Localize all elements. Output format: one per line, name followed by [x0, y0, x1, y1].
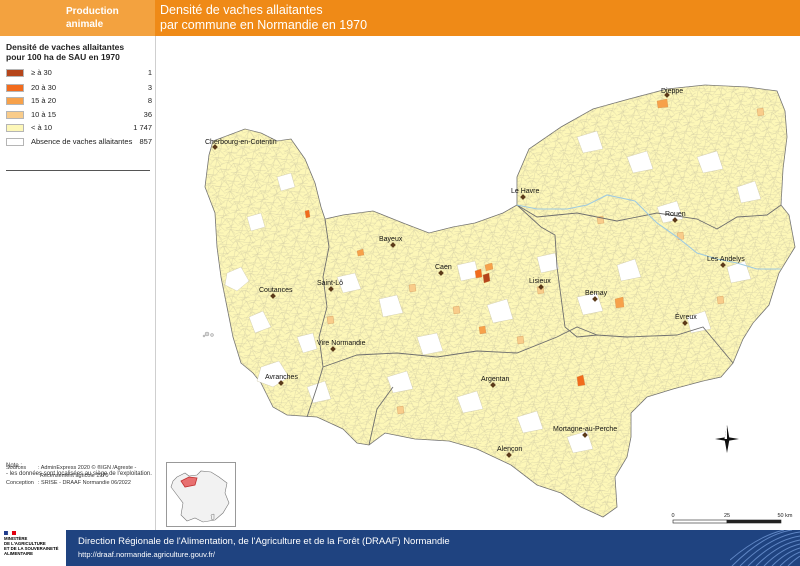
city-label: Rouen: [665, 211, 686, 218]
city-label: Bernay: [585, 290, 608, 297]
city-label: Dieppe: [661, 88, 683, 95]
legend-label: ≥ à 30: [31, 68, 52, 77]
ministry-logo: MINISTÈRE DE L'AGRICULTURE ET DE LA SOUV…: [0, 530, 66, 566]
scale-label-0: 0: [671, 513, 674, 519]
sources-label: Sources: [6, 465, 27, 471]
map-title-line-1: Densité de vaches allaitantes: [160, 3, 323, 17]
legend-count: 857: [139, 137, 152, 146]
city-label: Alençon: [497, 446, 522, 453]
legend-label: Absence de vaches allaitantes: [31, 137, 133, 146]
city-label: Argentan: [481, 376, 510, 383]
legend-label: 10 à 15: [31, 110, 57, 119]
legend-title-line-1: Densité de vaches allaitantes: [6, 42, 125, 52]
city-label: Coutances: [259, 287, 293, 294]
north-arrow-icon: [715, 425, 739, 453]
category-line-1: Production: [66, 6, 119, 17]
city-label: Vire Normandie: [317, 340, 366, 347]
city-label: Lisieux: [529, 278, 551, 285]
legend-label: < à 10: [31, 123, 53, 132]
organisation-url[interactable]: http://draaf.normandie.agriculture.gouv.…: [78, 550, 215, 559]
city-label: Mortagne-au-Perche: [553, 426, 617, 433]
legend-divider: [6, 170, 150, 171]
marianne-icon: [4, 531, 16, 535]
sources-line-2: Recensement agricole 1970: [40, 472, 109, 479]
normandy-map: Dieppe Cherbourg-en-Cotentin Le Havre Rouen…: [202, 84, 796, 524]
city-label: Avranches: [265, 374, 298, 381]
legend-count: 1: [147, 68, 152, 77]
legend-row: 10 à 15 36: [6, 109, 152, 121]
legend-row: Absence de vaches allaitantes 857: [6, 136, 152, 148]
legend-count: 36: [143, 110, 152, 119]
legend-count: 3: [147, 83, 152, 92]
legend-row: ≥ à 30 1: [6, 67, 152, 79]
legend-swatch: [6, 111, 24, 119]
conception-text: : SRISE - DRAAF Normandie 06/2022: [38, 480, 131, 486]
city-label: Le Havre: [511, 188, 540, 195]
map-title: Densité de vaches allaitantes par commun…: [160, 3, 367, 33]
ministry-name: MINISTÈRE DE L'AGRICULTURE ET DE LA SOUV…: [4, 536, 64, 556]
organisation-name: Direction Régionale de l'Alimentation, d…: [78, 536, 450, 547]
category-box: Production animale: [0, 0, 155, 36]
header-bar: Production animale Densité de vaches all…: [0, 0, 800, 36]
legend-label: 20 à 30: [31, 83, 57, 92]
ministry-line-4: ALIMENTAIRE: [4, 551, 34, 556]
category-line-2: animale: [66, 19, 104, 30]
map-title-line-2: par commune en Normandie en 1970: [160, 18, 368, 32]
legend-swatch: [6, 97, 24, 105]
scale-label-50: 50 km: [778, 513, 793, 519]
legend-title-line-2: pour 100 ha de SAU en 1970: [6, 52, 120, 62]
sources: Sources : AdminExpress 2020 © ®IGN /Agres…: [6, 465, 156, 488]
legend-row: 20 à 30 3: [6, 82, 152, 94]
legend-swatch: [6, 124, 24, 132]
city-label: Évreux: [675, 312, 697, 321]
legend-panel: Densité de vaches allaitantes pour 100 h…: [0, 36, 156, 530]
city-label: Bayeux: [379, 236, 403, 243]
city-label: Saint-Lô: [317, 280, 343, 287]
scale-label-25: 25: [724, 513, 730, 519]
city-label: Les Andelys: [707, 256, 745, 263]
map-area: Dieppe Cherbourg-en-Cotentin Le Havre Rouen…: [157, 37, 800, 530]
legend-title: Densité de vaches allaitantes pour 100 h…: [6, 42, 151, 62]
legend-count: 1 747: [133, 123, 152, 132]
wave-pattern-icon: [730, 530, 800, 566]
legend-count: 8: [147, 96, 152, 105]
sources-line-1: : AdminExpress 2020 © ®IGN /Agreste -: [38, 465, 137, 471]
city-label: Caen: [435, 264, 452, 271]
legend-row: 15 à 20 8: [6, 95, 152, 107]
chausey-islands: [202, 331, 214, 338]
scale-bar: 0 25 50 km: [671, 513, 793, 524]
category-label: Production animale: [66, 5, 152, 31]
legend-swatch: [6, 138, 24, 146]
conception-label: Conception: [6, 480, 34, 486]
legend-swatch: [6, 69, 24, 77]
legend-swatch: [6, 84, 24, 92]
city-label: Cherbourg-en-Cotentin: [205, 139, 277, 146]
footer: MINISTÈRE DE L'AGRICULTURE ET DE LA SOUV…: [0, 530, 800, 566]
legend-label: 15 à 20: [31, 96, 57, 105]
legend-row: < à 10 1 747: [6, 122, 152, 134]
